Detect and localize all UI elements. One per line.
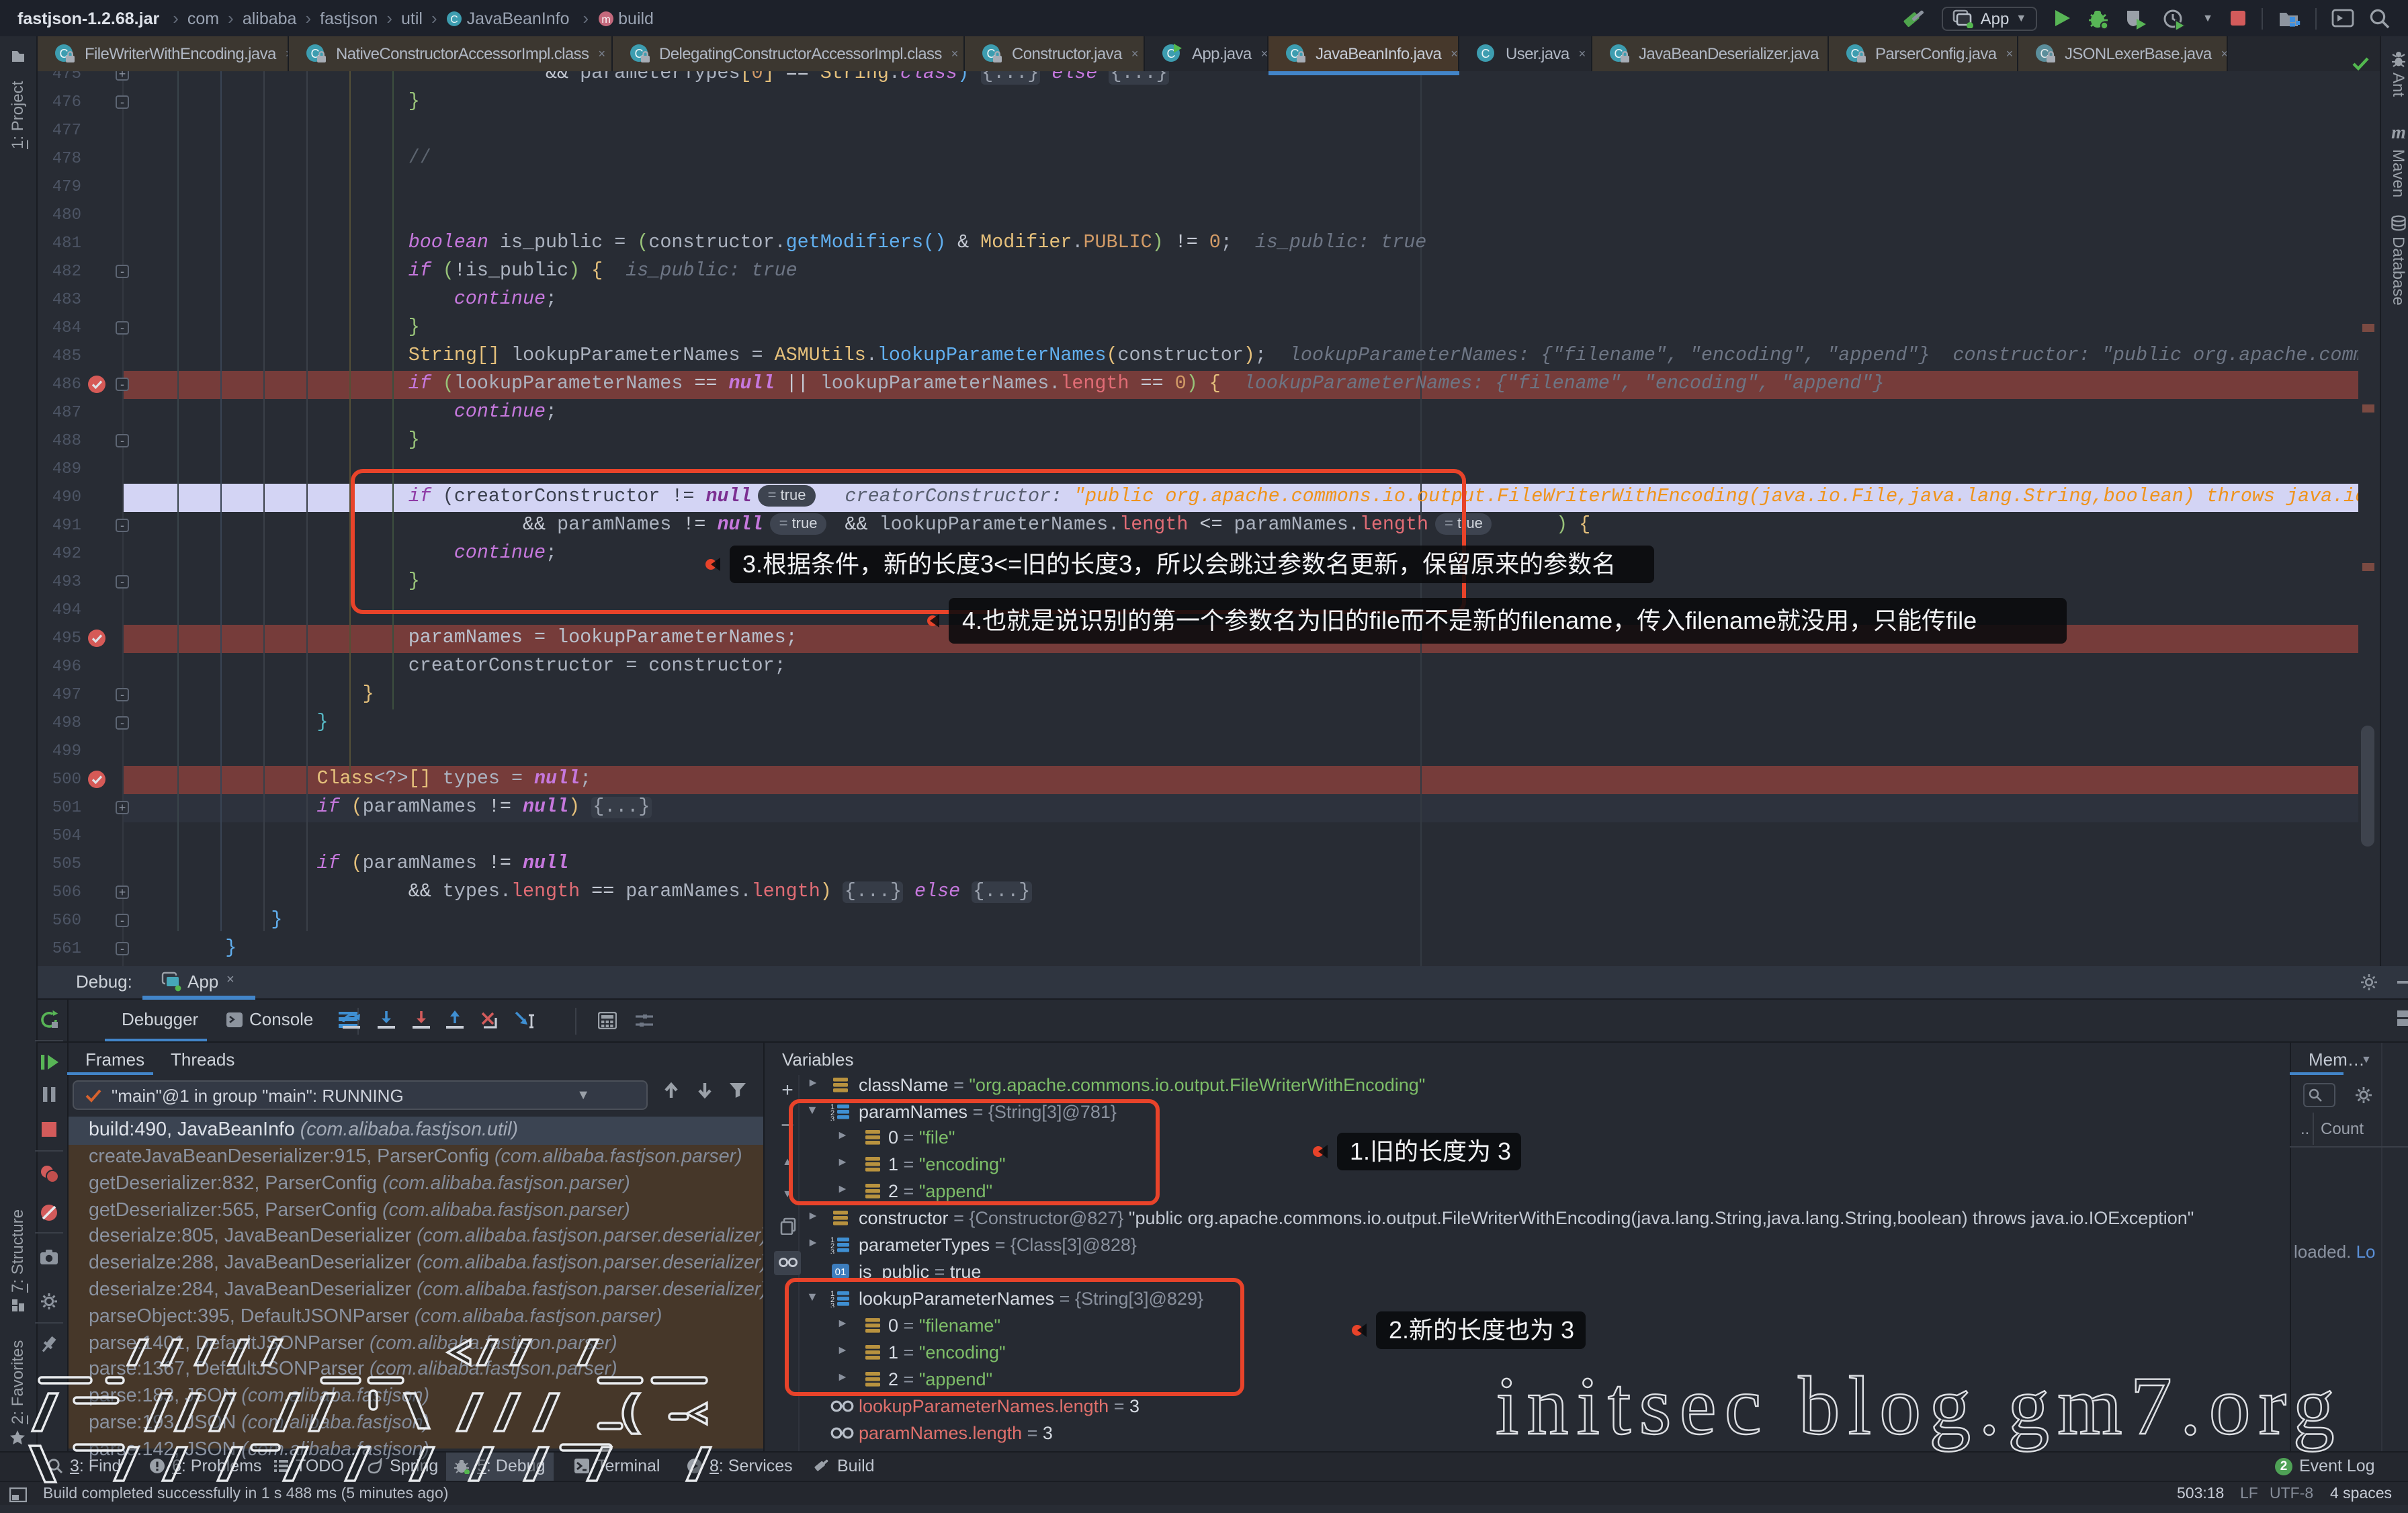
svg-text:m: m	[601, 14, 610, 26]
svg-text:C: C	[1481, 47, 1490, 60]
svg-text:C: C	[450, 14, 458, 26]
